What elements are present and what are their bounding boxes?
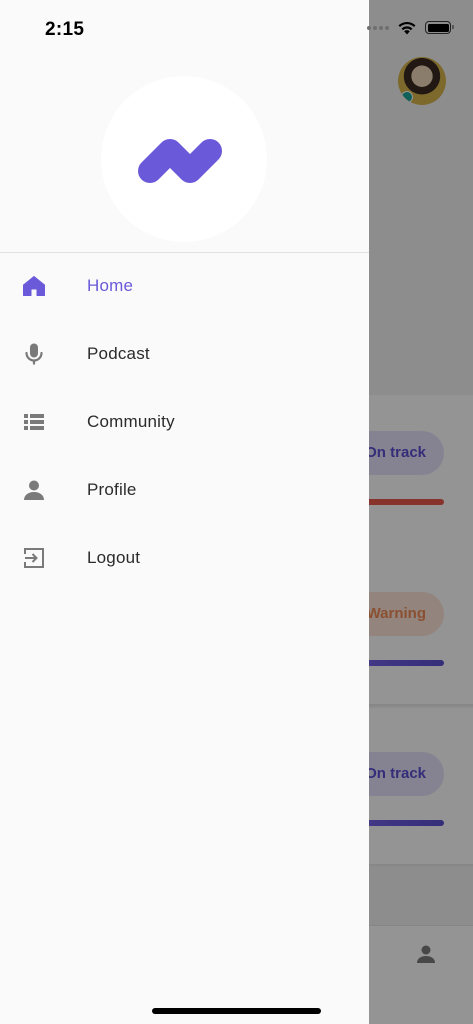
status-time: 2:15 bbox=[45, 19, 85, 40]
battery-icon bbox=[425, 21, 454, 34]
microphone-icon bbox=[22, 342, 46, 366]
menu-item-podcast[interactable]: Podcast bbox=[0, 320, 369, 388]
menu-item-label: Profile bbox=[87, 480, 137, 499]
drawer-menu: Home Podcast Community Profile Logout bbox=[0, 252, 369, 592]
home-icon bbox=[22, 274, 46, 298]
menu-item-community[interactable]: Community bbox=[0, 388, 369, 456]
menu-item-logout[interactable]: Logout bbox=[0, 524, 369, 592]
navigation-drawer: Home Podcast Community Profile Logout bbox=[0, 0, 369, 1024]
menu-item-home[interactable]: Home bbox=[0, 252, 369, 320]
menu-item-label: Community bbox=[87, 412, 175, 431]
logout-icon bbox=[22, 546, 46, 570]
menu-item-label: Podcast bbox=[87, 344, 150, 363]
status-icons bbox=[367, 20, 454, 35]
wifi-icon bbox=[398, 21, 416, 35]
list-icon bbox=[22, 410, 46, 434]
app-logo-icon bbox=[138, 139, 222, 183]
cellular-dots-icon bbox=[367, 25, 389, 30]
menu-item-profile[interactable]: Profile bbox=[0, 456, 369, 524]
menu-item-label: Home bbox=[87, 276, 134, 295]
person-icon bbox=[22, 478, 46, 502]
menu-item-label: Logout bbox=[87, 548, 141, 567]
logo-container bbox=[101, 76, 267, 242]
home-indicator[interactable] bbox=[152, 1008, 321, 1014]
